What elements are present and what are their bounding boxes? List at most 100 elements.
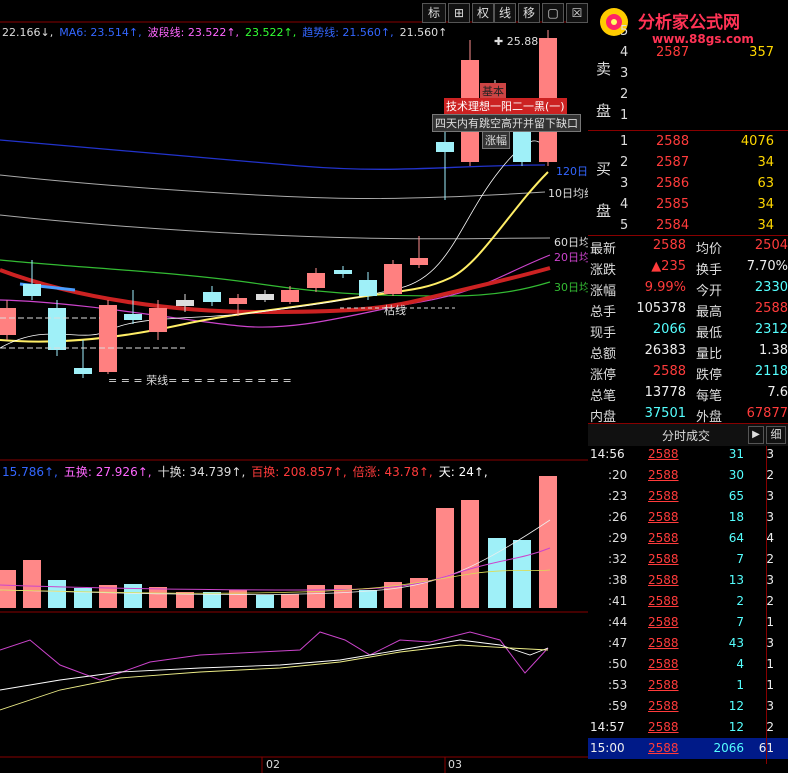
volume-bar <box>539 476 557 608</box>
tick-row[interactable]: 14:56 2588 31 3 <box>588 444 788 465</box>
volume-bar <box>74 588 92 608</box>
price: 2587 <box>656 155 690 170</box>
price: 2584 <box>656 218 690 233</box>
level: 2 <box>620 155 629 170</box>
tick-price: 2588 <box>648 636 679 650</box>
buy-book-row[interactable]: 2 2587 34 <box>588 153 788 174</box>
sell-book-row[interactable]: 2 <box>588 85 788 106</box>
tick-row[interactable]: :32 2588 7 2 <box>588 549 788 570</box>
price: 2587 <box>656 45 690 60</box>
quote-value: 2588 <box>754 301 788 316</box>
tick-count: 2 <box>766 468 774 482</box>
candle-body <box>99 305 117 372</box>
volume-bar <box>281 594 299 608</box>
quote-label: 今开 <box>696 284 723 299</box>
quote-value: 2588 <box>652 364 686 379</box>
tick-price: 2588 <box>648 720 679 734</box>
x-label-03: 03 <box>448 758 462 771</box>
quote-label: 涨停 <box>590 368 617 383</box>
signal-label-2: 四天内有跳空高开并留下缺口 <box>432 114 581 132</box>
quote-row: 内盘 37501 外盘 67877 <box>588 404 788 425</box>
sell-book: 5 4 2587 357 3 2 1 <box>588 22 788 127</box>
ticks-detail-button[interactable]: 细 <box>766 426 786 444</box>
tick-row[interactable]: :20 2588 30 2 <box>588 465 788 486</box>
ticks-list[interactable]: 14:56 2588 31 3:20 2588 30 2:23 2588 65 3:26 2588 1… <box>588 444 788 764</box>
vol-indicator-header: 15.786↑, 五换: 27.926↑, 十换: 34.739↑, 百换: 208.… <box>2 463 494 480</box>
candle-body <box>48 308 66 350</box>
quote-value: 26383 <box>644 343 686 358</box>
tick-volume: 4 <box>736 657 744 671</box>
tick-row[interactable]: :38 2588 13 3 <box>588 570 788 591</box>
tick-time: :50 <box>608 657 628 671</box>
toolbar-button-5[interactable]: ▢ <box>542 3 564 23</box>
sell-book-row[interactable]: 5 <box>588 22 788 43</box>
sell-book-row[interactable]: 4 2587 357 <box>588 43 788 64</box>
quote-value: 67877 <box>746 406 788 421</box>
quote-label: 最新 <box>590 242 617 257</box>
tick-volume: 31 <box>728 447 744 461</box>
signal-gainian: 基本 <box>480 83 506 99</box>
volume: 34 <box>757 155 774 170</box>
tick-time: :23 <box>608 489 628 503</box>
ma60-line <box>0 214 551 240</box>
tick-row[interactable]: :53 2588 1 1 <box>588 675 788 696</box>
buy-book-row[interactable]: 4 2585 34 <box>588 195 788 216</box>
toolbar-button-0[interactable]: 标 <box>422 3 446 23</box>
tick-count: 3 <box>766 636 774 650</box>
quote-label: 最低 <box>696 326 723 341</box>
toolbar-button-6[interactable]: ☒ <box>566 3 588 23</box>
tick-volume: 30 <box>728 468 744 482</box>
tick-row[interactable]: :47 2588 43 3 <box>588 633 788 654</box>
tick-volume: 7 <box>736 615 744 629</box>
ticks-header: 分时成交 ▶ 细 <box>588 424 788 446</box>
vol-item: 百换: 208.857↑, <box>251 465 347 479</box>
volume-bar <box>436 508 454 608</box>
buy-book-row[interactable]: 3 2586 63 <box>588 174 788 195</box>
ticks-scrollbar[interactable] <box>766 446 767 764</box>
sell-book-row[interactable]: 3 <box>588 64 788 85</box>
tick-volume: 1 <box>736 678 744 692</box>
volume: 34 <box>757 218 774 233</box>
quote-row: 涨停 2588 跌停 2118 <box>588 362 788 383</box>
main-item: 21.560↑ <box>399 26 448 39</box>
tick-count: 3 <box>766 447 774 461</box>
volume-bar <box>124 584 142 608</box>
volume-bars <box>0 476 557 608</box>
tick-row[interactable]: :29 2588 64 4 <box>588 528 788 549</box>
buy-book-row[interactable]: 5 2584 34 <box>588 216 788 237</box>
level: 3 <box>620 66 629 81</box>
candle-body <box>359 280 377 296</box>
ticks-next-button[interactable]: ▶ <box>748 426 764 444</box>
vol-item: 十换: 34.739↑, <box>157 465 246 479</box>
quote-value: 2330 <box>754 280 788 295</box>
tick-row[interactable]: :23 2588 65 3 <box>588 486 788 507</box>
volume-bar <box>513 540 531 608</box>
main-item: MA6: 23.514↑, <box>59 26 142 39</box>
vol-item: 倍涨: 43.78↑, <box>352 465 433 479</box>
volume-bar <box>23 560 41 608</box>
tick-row[interactable]: 15:00 2588 2066 61 <box>588 738 788 759</box>
tick-price: 2588 <box>648 615 679 629</box>
toolbar-button-1[interactable]: ⊞ <box>448 3 470 23</box>
buy-book-row[interactable]: 1 2588 4076 <box>588 132 788 153</box>
sell-book-row[interactable]: 1 <box>588 106 788 127</box>
volume-bar <box>488 538 506 608</box>
quote-row: 总额 26383 量比 1.38 <box>588 341 788 362</box>
quote-value: 1.38 <box>759 343 788 358</box>
tick-row[interactable]: :26 2588 18 3 <box>588 507 788 528</box>
toolbar-button-3[interactable]: 线 <box>494 3 516 23</box>
toolbar-button-4[interactable]: 移 <box>518 3 540 23</box>
tick-row[interactable]: 14:57 2588 12 2 <box>588 717 788 738</box>
tick-price: 2588 <box>648 678 679 692</box>
quote-label: 涨幅 <box>590 284 617 299</box>
tick-row[interactable]: :59 2588 12 3 <box>588 696 788 717</box>
ticks-title[interactable]: 分时成交 <box>662 427 710 444</box>
tick-row[interactable]: :44 2588 7 1 <box>588 612 788 633</box>
volume-bar <box>48 580 66 608</box>
tick-time: :20 <box>608 468 628 482</box>
tick-volume: 12 <box>728 720 744 734</box>
tick-count: 3 <box>766 573 774 587</box>
tick-row[interactable]: :50 2588 4 1 <box>588 654 788 675</box>
toolbar-button-2[interactable]: 权 <box>472 3 494 23</box>
tick-row[interactable]: :41 2588 2 2 <box>588 591 788 612</box>
